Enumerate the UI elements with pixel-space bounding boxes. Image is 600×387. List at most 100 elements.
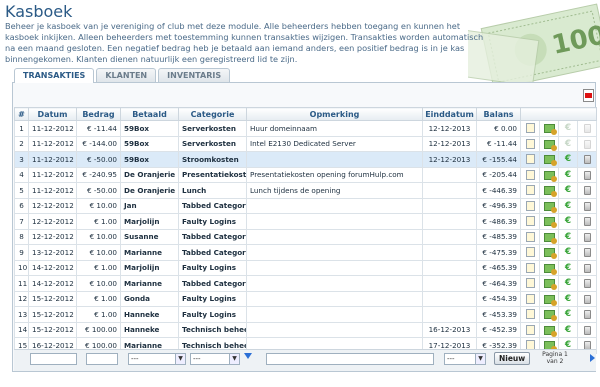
- cell-categorie: Faulty Logins: [178, 290, 247, 307]
- money-icon[interactable]: [539, 244, 559, 261]
- col-header-categorie[interactable]: Categorie: [178, 107, 247, 121]
- euro-icon[interactable]: €: [558, 321, 578, 338]
- trash-icon[interactable]: [577, 259, 597, 276]
- trash-icon[interactable]: [577, 275, 597, 292]
- trash-icon[interactable]: [577, 290, 597, 307]
- edit-document-icon[interactable]: [520, 290, 540, 307]
- trash-icon[interactable]: [577, 120, 597, 137]
- table-row[interactable]: 11 14-12-2012 € 10.00 Marianne Tabbed Catego…: [14, 275, 597, 292]
- trash-icon[interactable]: [577, 135, 597, 152]
- money-icon[interactable]: [539, 275, 559, 292]
- next-page-icon[interactable]: [590, 354, 595, 362]
- euro-icon[interactable]: €: [558, 290, 578, 307]
- col-header-balans[interactable]: Balans: [476, 107, 521, 121]
- euro-icon[interactable]: €: [558, 197, 578, 214]
- col-header-betaald[interactable]: Betaald: [120, 107, 179, 121]
- table-row[interactable]: 1 11-12-2012 € -11.44 59Box Serverkosten Huur…: [14, 120, 597, 137]
- trash-icon[interactable]: [577, 244, 597, 261]
- money-icon[interactable]: [539, 182, 559, 199]
- money-icon[interactable]: [539, 321, 559, 338]
- table-row[interactable]: 13 15-12-2012 € 1.00 Hanneke Faulty Logins € …: [14, 306, 597, 323]
- new-transaction-button[interactable]: Nieuw: [494, 352, 531, 365]
- trash-icon[interactable]: [577, 228, 597, 245]
- table-row[interactable]: 5 11-12-2012 € -50.00 De Oranjerie Lunch Lunc…: [14, 182, 597, 199]
- money-icon[interactable]: [539, 197, 559, 214]
- table-row[interactable]: 612-12-2012€ 10.00JanTabbed Categorys € -…: [14, 197, 597, 214]
- cell-datum: 14-12-2012: [28, 275, 77, 292]
- tab-transakties[interactable]: TRANSAKTIES: [14, 68, 95, 83]
- tab-inventaris[interactable]: INVENTARIS: [158, 68, 231, 82]
- money-icon[interactable]: [539, 120, 559, 137]
- trash-icon[interactable]: [577, 197, 597, 214]
- trash-icon[interactable]: [577, 151, 597, 168]
- edit-document-icon[interactable]: [520, 120, 540, 137]
- euro-icon[interactable]: €: [558, 182, 578, 199]
- tab-bar: TRANSAKTIES KLANTEN INVENTARIS: [14, 68, 232, 83]
- euro-icon[interactable]: €: [558, 244, 578, 261]
- edit-document-icon[interactable]: [520, 213, 540, 230]
- filter-betaald-select[interactable]: --- ▼: [128, 353, 186, 365]
- euro-icon[interactable]: €: [558, 135, 578, 152]
- filter-bedrag-input[interactable]: [86, 353, 118, 365]
- money-icon[interactable]: [539, 290, 559, 307]
- euro-icon[interactable]: €: [558, 306, 578, 323]
- edit-document-icon[interactable]: [520, 182, 540, 199]
- edit-document-icon[interactable]: [520, 197, 540, 214]
- cell-balans: € -485.39: [476, 228, 521, 245]
- money-icon[interactable]: [539, 228, 559, 245]
- edit-document-icon[interactable]: [520, 321, 540, 338]
- euro-icon[interactable]: €: [558, 259, 578, 276]
- table-row[interactable]: 812-12-2012€ 10.00SusanneTabbed Category…: [14, 228, 597, 245]
- sort-arrow-icon[interactable]: [244, 353, 252, 359]
- col-header-opmerking[interactable]: Opmerking: [246, 107, 423, 121]
- trash-icon[interactable]: [577, 321, 597, 338]
- filter-opmerking-input[interactable]: [266, 353, 434, 365]
- row-number: 6: [14, 197, 29, 214]
- filter-datum-input[interactable]: [30, 353, 77, 365]
- table-row[interactable]: 3 11-12-2012 € -50.00 59Box Stroomkosten 12-1…: [14, 151, 597, 168]
- trash-icon[interactable]: [577, 166, 597, 183]
- euro-icon[interactable]: €: [558, 213, 578, 230]
- table-row[interactable]: 12 15-12-2012 € 1.00 Gonda Faulty Logins € -4…: [14, 290, 597, 307]
- table-row[interactable]: 4 11-12-2012 € -240.95 De Oranjerie Presenta…: [14, 166, 597, 183]
- cell-datum: 12-12-2012: [28, 197, 77, 214]
- edit-document-icon[interactable]: [520, 135, 540, 152]
- trash-icon[interactable]: [577, 306, 597, 323]
- table-row[interactable]: 14 15-12-2012 € 100.00 Hanneke Technisch beh…: [14, 321, 597, 338]
- edit-document-icon[interactable]: [520, 259, 540, 276]
- table-row[interactable]: 10 14-12-2012 € 1.00 Marjolijn Faulty Logins…: [14, 259, 597, 276]
- euro-icon[interactable]: €: [558, 228, 578, 245]
- money-icon[interactable]: [539, 259, 559, 276]
- trash-icon[interactable]: [577, 182, 597, 199]
- money-icon[interactable]: [539, 306, 559, 323]
- edit-document-icon[interactable]: [520, 306, 540, 323]
- filter-einddatum-select[interactable]: --- ▼: [444, 353, 486, 365]
- cell-einddatum: [422, 213, 477, 230]
- euro-icon[interactable]: €: [558, 166, 578, 183]
- filter-categorie-select[interactable]: --- ▼: [190, 353, 240, 365]
- table-row[interactable]: 2 11-12-2012 € -144.00 59Box Serverkosten Int…: [14, 135, 597, 152]
- edit-document-icon[interactable]: [520, 275, 540, 292]
- cell-einddatum: [422, 197, 477, 214]
- edit-document-icon[interactable]: [520, 166, 540, 183]
- edit-document-icon[interactable]: [520, 151, 540, 168]
- tab-klanten[interactable]: KLANTEN: [96, 68, 157, 82]
- cell-opmerking: Presentatiekosten opening forumHulp.com: [246, 166, 423, 183]
- pdf-export-icon[interactable]: [583, 89, 594, 102]
- trash-icon[interactable]: [577, 213, 597, 230]
- euro-icon[interactable]: €: [558, 151, 578, 168]
- table-row[interactable]: 7 12-12-2012 € 1.00 Marjolijn Faulty Logins €…: [14, 213, 597, 230]
- col-header-bedrag[interactable]: Bedrag: [76, 107, 121, 121]
- col-header-number[interactable]: #: [14, 107, 29, 121]
- col-header-einddatum[interactable]: Einddatum: [422, 107, 477, 121]
- edit-document-icon[interactable]: [520, 228, 540, 245]
- edit-document-icon[interactable]: [520, 244, 540, 261]
- euro-icon[interactable]: €: [558, 120, 578, 137]
- col-header-datum[interactable]: Datum: [28, 107, 77, 121]
- table-row[interactable]: 9 13-12-2012 € 10.00 Marianne Tabbed Categor…: [14, 244, 597, 261]
- money-icon[interactable]: [539, 166, 559, 183]
- euro-icon[interactable]: €: [558, 275, 578, 292]
- money-icon[interactable]: [539, 151, 559, 168]
- money-icon[interactable]: [539, 135, 559, 152]
- money-icon[interactable]: [539, 213, 559, 230]
